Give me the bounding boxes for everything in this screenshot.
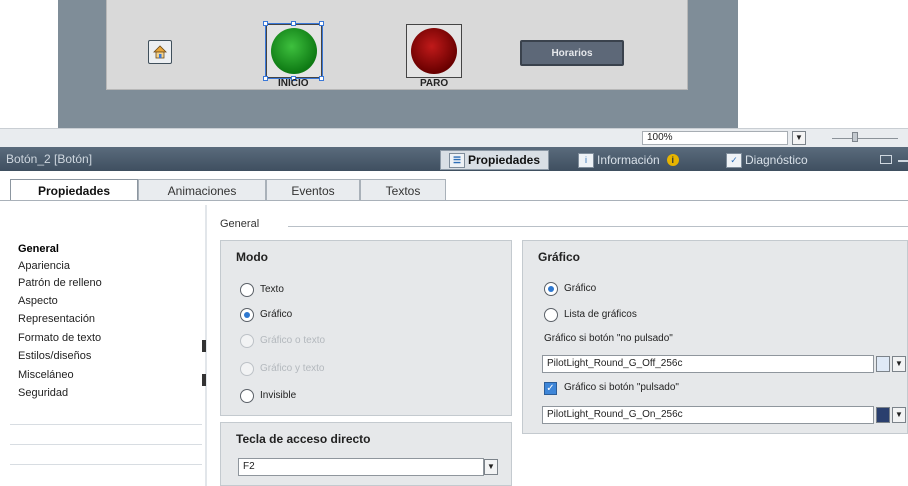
nav-item-general[interactable]: General [18, 243, 59, 260]
modo-grafico-y-texto-radio [240, 362, 254, 376]
grafico-title: Gráfico [538, 250, 581, 264]
tecla-acceso-title: Tecla de acceso directo [236, 432, 371, 446]
inspector-tab-informacion[interactable]: i Información i [570, 150, 687, 170]
paro-label: PARO [420, 78, 449, 89]
minimize-icon[interactable] [898, 160, 908, 162]
modo-invisible-label: Invisible [260, 390, 297, 401]
tecla-acceso-dropdown-button[interactable]: ▼ [484, 459, 498, 475]
zoom-dropdown-button[interactable]: ▼ [792, 131, 806, 145]
paro-pilot-light-button[interactable] [406, 24, 462, 78]
home-icon [153, 45, 167, 59]
splitter-grip[interactable] [202, 374, 206, 386]
nav-item-aspecto[interactable]: Aspecto [18, 295, 58, 312]
nav-item-apariencia[interactable]: Apariencia [18, 260, 70, 277]
inicio-label: INICIO [278, 78, 309, 89]
modo-texto-radio[interactable] [240, 283, 254, 297]
modo-grafico-y-texto-label: Gráfico y texto [260, 363, 325, 374]
pulsado-dropdown-button[interactable]: ▼ [892, 407, 906, 423]
nav-item-representacion[interactable]: Representación [18, 313, 95, 330]
diagnostics-icon: ✓ [726, 152, 742, 168]
nav-item-seguridad[interactable]: Seguridad [18, 387, 68, 404]
tab-animaciones[interactable]: Animaciones [138, 179, 266, 201]
nav-item-miscelaneo[interactable]: Misceláneo [18, 369, 74, 386]
no-pulsado-picker-button[interactable] [876, 356, 890, 372]
modo-invisible-radio[interactable] [240, 389, 254, 403]
info-icon: i [578, 152, 594, 168]
home-button[interactable] [148, 40, 172, 64]
splitter-grip[interactable] [202, 340, 206, 352]
modo-texto-label: Texto [260, 284, 284, 295]
lista-graficos-radio[interactable] [544, 308, 558, 322]
zoom-level-field[interactable]: 100% [642, 131, 788, 145]
zoom-slider-thumb[interactable] [852, 132, 858, 142]
selection-handle[interactable] [263, 21, 268, 26]
no-pulsado-graphic-field[interactable]: PilotLight_Round_G_Off_256c [542, 355, 874, 373]
horarios-button[interactable]: Horarios [520, 40, 624, 66]
tab-divider [0, 200, 908, 201]
pulsado-checkbox[interactable]: ✓ [544, 382, 557, 395]
inspector-tab-diagnostico-label: Diagnóstico [745, 153, 808, 167]
inspector-title: Botón_2 [Botón] [6, 152, 93, 166]
selection-handle[interactable] [263, 76, 268, 81]
grafico-radio[interactable] [544, 282, 558, 296]
no-pulsado-label: Gráfico si botón "no pulsado" [544, 333, 673, 344]
pulsado-checkbox-label: Gráfico si botón "pulsado" [564, 382, 679, 393]
nav-item-formato-texto[interactable]: Formato de texto [18, 332, 101, 349]
inspector-tab-propiedades[interactable]: ☰ Propiedades [440, 150, 550, 170]
tab-textos[interactable]: Textos [360, 179, 446, 201]
restore-window-icon[interactable] [880, 155, 892, 164]
modo-grafico-radio[interactable] [240, 308, 254, 322]
section-title: General [220, 218, 260, 230]
tecla-acceso-field[interactable]: F2 [238, 458, 484, 476]
pulsado-graphic-field[interactable]: PilotLight_Round_G_On_256c [542, 406, 874, 424]
section-divider [288, 226, 908, 227]
inspector-tab-propiedades-label: Propiedades [468, 153, 541, 167]
modo-grafico-label: Gráfico [260, 309, 293, 320]
modo-grafico-o-texto-radio [240, 334, 254, 348]
inspector-tab-informacion-label: Información [597, 153, 660, 167]
inicio-pilot-light-button[interactable] [265, 23, 323, 79]
selection-handle[interactable] [319, 21, 324, 26]
nav-divider [10, 424, 202, 425]
properties-icon: ☰ [449, 152, 465, 168]
modo-title: Modo [236, 250, 268, 264]
warning-icon: i [666, 154, 679, 166]
tab-propiedades[interactable]: Propiedades [10, 179, 138, 201]
pulsado-picker-button[interactable] [876, 407, 890, 423]
no-pulsado-dropdown-button[interactable]: ▼ [892, 356, 906, 372]
selection-handle[interactable] [319, 76, 324, 81]
nav-item-estilos-disenos[interactable]: Estilos/diseños [18, 350, 91, 367]
nav-divider [10, 444, 202, 445]
red-lamp-icon [411, 28, 457, 74]
green-lamp-icon [271, 28, 317, 74]
tab-eventos[interactable]: Eventos [266, 179, 360, 201]
nav-item-patron-relleno[interactable]: Patrón de relleno [18, 277, 102, 294]
selection-handle[interactable] [291, 21, 296, 26]
modo-grafico-o-texto-label: Gráfico o texto [260, 335, 326, 346]
nav-divider [10, 464, 202, 465]
grafico-radio-label: Gráfico [564, 283, 597, 294]
inspector-tab-diagnostico[interactable]: ✓ Diagnóstico [718, 150, 816, 170]
zoom-slider[interactable] [832, 138, 898, 139]
lista-graficos-label: Lista de gráficos [564, 309, 637, 320]
